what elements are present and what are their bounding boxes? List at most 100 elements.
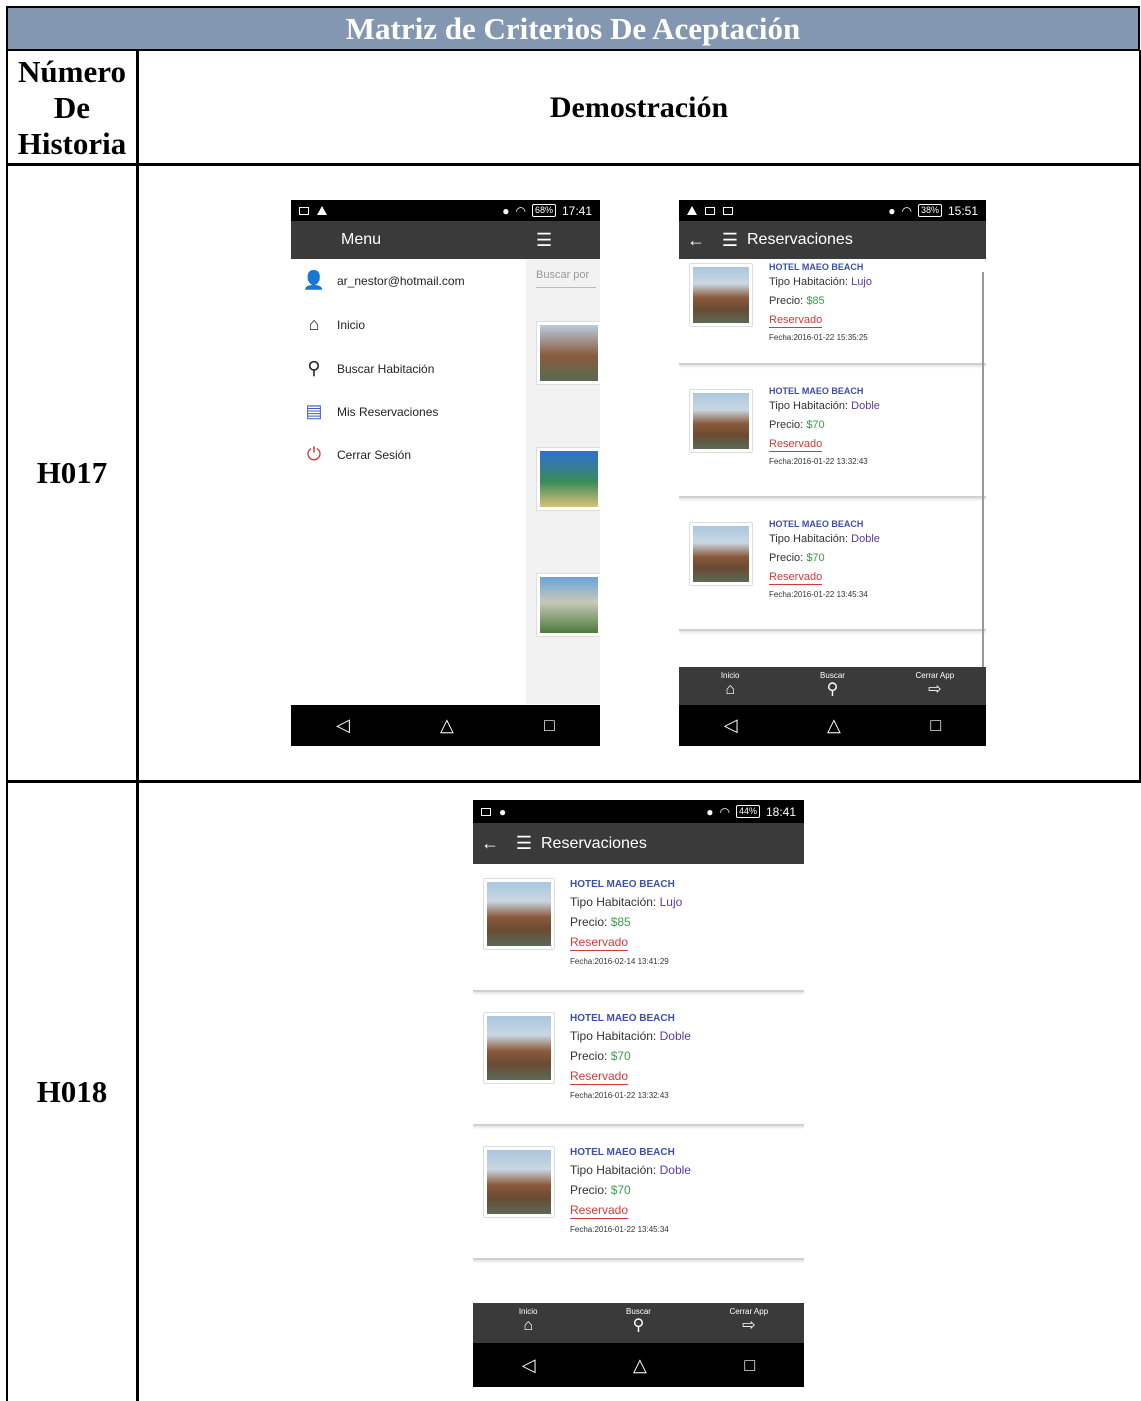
story-id-h017: H017 [36, 455, 108, 490]
bottom-menu-inicio[interactable]: Inicio ⌂ [488, 1307, 568, 1334]
status-time: 15:51 [947, 203, 978, 218]
price-value: $70 [610, 1049, 631, 1063]
drawer-item-buscar[interactable]: ⚲ Buscar Habitación [301, 358, 434, 379]
reservation-status: Reservado [769, 571, 823, 585]
drawer-item-label: Mis Reservaciones [337, 404, 439, 419]
back-arrow-icon[interactable]: ← [473, 833, 507, 854]
price-value: $85 [610, 915, 631, 929]
hotel-name: HOTEL MAEO BEACH [769, 386, 864, 396]
home-nav-icon[interactable]: △ [827, 715, 841, 736]
scrollbar[interactable] [982, 272, 984, 668]
background-content: Buscar por [526, 259, 600, 704]
image-icon [481, 807, 491, 816]
price-label: Precio: [570, 915, 608, 929]
wifi-icon: ◠ [901, 203, 912, 218]
home-icon: ⌂ [523, 1317, 533, 1334]
reservation-card[interactable]: HOTEL MAEO BEACH Tipo Habitación: Doble … [473, 1134, 804, 1260]
search-input[interactable]: Buscar por [536, 269, 596, 288]
search-icon: ⚲ [632, 1317, 645, 1334]
drawer-item-reservaciones[interactable]: ▤ Mis Reservaciones [301, 401, 438, 422]
reservation-date: Fecha:2016-01-22 13:32:43 [769, 457, 868, 466]
bottom-menu-buscar[interactable]: Buscar ⚲ [792, 671, 872, 698]
status-bar: ● ◠ 38% 15:51 [679, 200, 986, 221]
bottom-menu-cerrar-app[interactable]: Cerrar App ⇨ [895, 671, 975, 698]
price-value: $85 [806, 295, 825, 307]
drawer-item-user[interactable]: 👤 ar_nestor@hotmail.com [301, 270, 465, 291]
reservation-card[interactable]: HOTEL MAEO BEACH Tipo Habitación: Lujo P… [679, 259, 986, 365]
back-icon[interactable]: ◁ [522, 1355, 536, 1376]
app-bar-title: Reservaciones [747, 231, 853, 248]
person-icon: 👤 [302, 270, 326, 290]
matrix-title: Matriz de Criterios De Aceptación [6, 6, 1140, 51]
price-label: Precio: [570, 1183, 608, 1197]
android-nav-bar: ◁ △ □ [291, 705, 600, 746]
phone-menu-screenshot: ● ◠ 68% 17:41 Menu ☰ Buscar por 👤 ar_nes… [291, 200, 600, 746]
room-type-value: Doble [851, 400, 880, 412]
drawer-item-label: Cerrar Sesión [337, 447, 412, 462]
bottom-menu-cerrar-app[interactable]: Cerrar App ⇨ [709, 1307, 789, 1334]
story-id-h018: H018 [36, 1074, 108, 1109]
drawer-item-label: Inicio [337, 317, 366, 332]
wifi-icon: ◠ [515, 203, 526, 218]
home-nav-icon[interactable]: △ [633, 1355, 647, 1376]
status-bar: ● ◠ 68% 17:41 [291, 200, 600, 221]
reservation-date: Fecha:2016-01-22 13:32:43 [570, 1091, 669, 1100]
drawer-header: Menu [291, 221, 526, 259]
header-story-number: Número De Historia [17, 53, 127, 161]
record-icon: ● [499, 804, 507, 819]
reservation-status: Reservado [570, 935, 629, 951]
room-type-value: Lujo [659, 895, 683, 909]
header-demo: Demostración [549, 90, 729, 124]
room-type-label: Tipo Habitación: [769, 400, 849, 412]
drawer-item-label: ar_nestor@hotmail.com [337, 273, 465, 288]
recents-icon[interactable]: □ [744, 1355, 755, 1376]
hamburger-icon[interactable]: ☰ [536, 230, 552, 251]
reservation-card[interactable]: HOTEL MAEO BEACH Tipo Habitación: Doble … [679, 373, 986, 498]
search-icon: ⚲ [307, 358, 321, 378]
recents-icon[interactable]: □ [544, 715, 555, 736]
room-type-label: Tipo Habitación: [769, 276, 849, 288]
hamburger-icon[interactable]: ☰ [507, 833, 541, 854]
hotel-thumbnail [689, 522, 753, 586]
room-type-label: Tipo Habitación: [570, 1163, 657, 1177]
reservation-card[interactable]: HOTEL MAEO BEACH Tipo Habitación: Lujo P… [473, 866, 804, 992]
phone-reservations-screenshot: ● ● ◠ 44% 18:41 ← ☰ Reservaciones HOTEL … [473, 800, 804, 1387]
hotel-thumbnail [536, 447, 600, 511]
reservation-date: Fecha:2016-01-22 13:45:34 [570, 1225, 669, 1234]
hamburger-icon[interactable]: ☰ [713, 230, 747, 251]
reservation-date: Fecha:2016-01-22 13:45:34 [769, 590, 868, 599]
back-icon[interactable]: ◁ [724, 715, 738, 736]
reservation-date: Fecha:2016-01-22 15:35:25 [769, 333, 868, 342]
android-nav-bar: ◁ △ □ [679, 705, 986, 746]
home-icon: ⌂ [725, 681, 735, 698]
room-type-label: Tipo Habitación: [570, 895, 657, 909]
price-label: Precio: [769, 295, 804, 307]
recents-icon[interactable]: □ [930, 715, 941, 736]
price-label: Precio: [769, 552, 804, 564]
bottom-menu-label: Inicio [518, 1307, 538, 1316]
bottom-menu-inicio[interactable]: Inicio ⌂ [690, 671, 770, 698]
battery-indicator: 68% [531, 204, 556, 217]
drawer-item-inicio[interactable]: ⌂ Inicio [301, 314, 365, 335]
back-arrow-icon[interactable]: ← [679, 230, 713, 251]
drawer-item-logout[interactable]: ⏻ Cerrar Sesión [301, 444, 411, 465]
background-app-bar: ☰ [526, 221, 600, 259]
reservation-card[interactable]: HOTEL MAEO BEACH Tipo Habitación: Doble … [473, 1000, 804, 1126]
reservation-list: HOTEL MAEO BEACH Tipo Habitación: Lujo P… [473, 866, 804, 1260]
back-icon[interactable]: ◁ [336, 715, 350, 736]
exit-icon: ⇨ [928, 681, 942, 698]
hotel-thumbnail [483, 1012, 555, 1084]
hotel-name: HOTEL MAEO BEACH [570, 1147, 675, 1158]
home-nav-icon[interactable]: △ [440, 715, 454, 736]
battery-indicator: 38% [917, 204, 942, 217]
bottom-menu-buscar[interactable]: Buscar ⚲ [598, 1307, 678, 1334]
hotel-thumbnail [483, 878, 555, 950]
exit-icon: ⇨ [742, 1317, 756, 1334]
price-value: $70 [610, 1183, 631, 1197]
table-border [6, 163, 1141, 166]
wifi-icon: ◠ [719, 804, 730, 819]
price-value: $70 [806, 552, 825, 564]
status-time: 18:41 [765, 804, 796, 819]
status-time: 17:41 [561, 203, 592, 218]
reservation-card[interactable]: HOTEL MAEO BEACH Tipo Habitación: Doble … [679, 506, 986, 631]
